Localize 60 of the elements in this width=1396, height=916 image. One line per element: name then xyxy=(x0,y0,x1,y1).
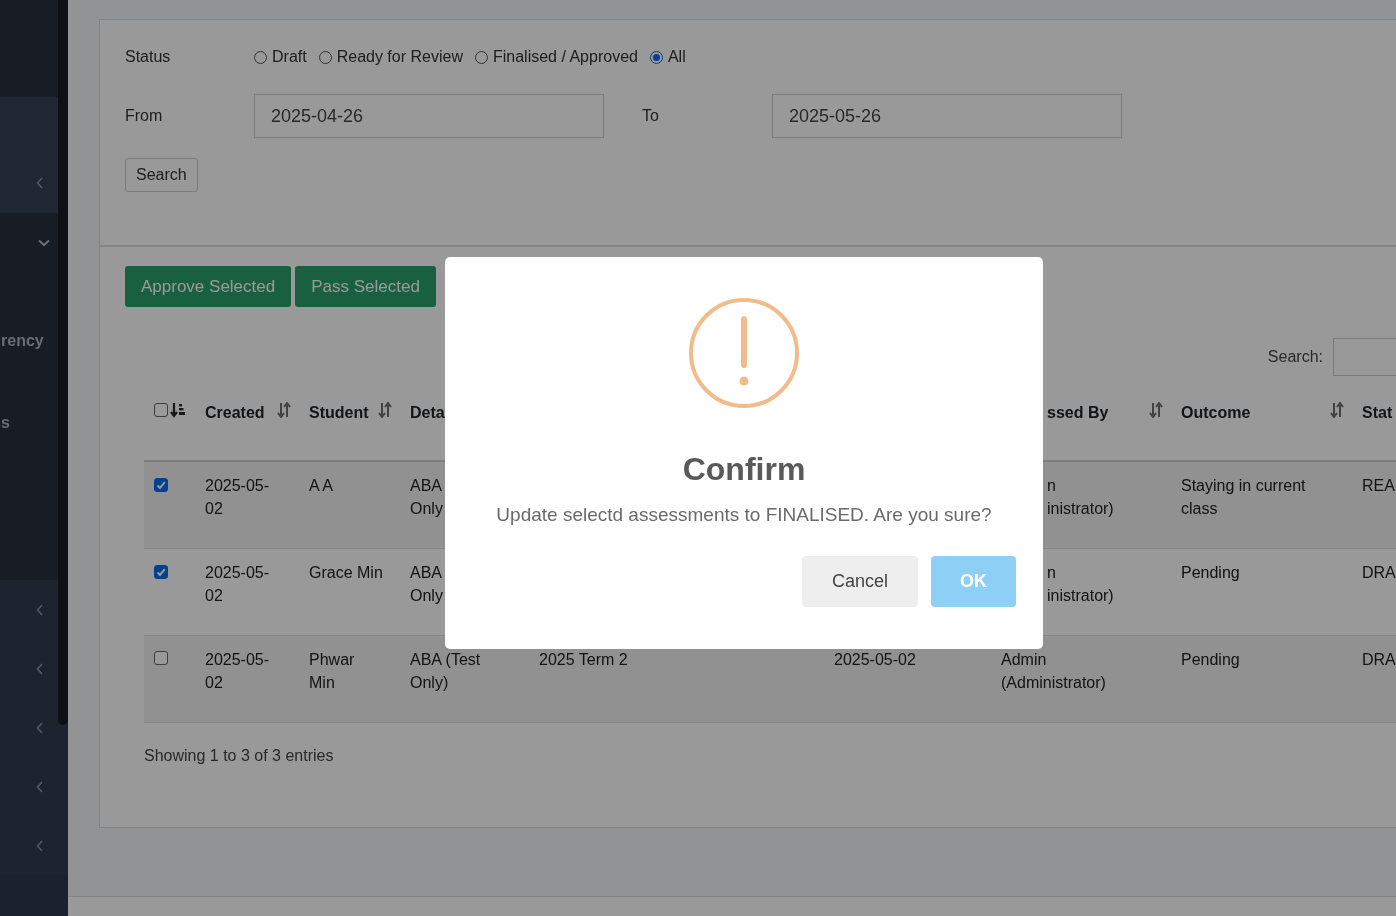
table-cell-text: Phwar Min xyxy=(309,650,356,693)
chevron-left-icon[interactable] xyxy=(36,780,44,793)
table-cell-text: 2025-05-02 xyxy=(834,650,916,670)
table-cell-text: Pending xyxy=(1181,650,1241,670)
dialog-message: Update selectd assessments to FINALISED. Are you sure? xyxy=(496,504,992,526)
table-cell-text: n inistrator) xyxy=(1046,563,1115,606)
chevron-down-icon[interactable] xyxy=(38,238,50,247)
table-cell-text: 2025-05-02 xyxy=(205,650,271,693)
from-label: From xyxy=(125,107,164,125)
table-cell-text: 2025 Term 2 xyxy=(539,650,628,670)
table-cell-text: Pending xyxy=(1181,563,1241,583)
chevron-left-icon[interactable] xyxy=(36,603,44,616)
column-header[interactable]: Outcome xyxy=(1181,404,1251,422)
table-cell-text: ABA Only xyxy=(410,476,444,519)
column-header[interactable]: Created xyxy=(205,404,265,422)
status-radio[interactable]: All xyxy=(649,48,686,66)
sort-ascending-icon[interactable] xyxy=(170,402,186,418)
column-header[interactable]: Student xyxy=(309,404,369,422)
sort-icon[interactable] xyxy=(1330,402,1344,418)
row-checkbox[interactable] xyxy=(154,651,168,665)
sort-icon[interactable] xyxy=(277,402,291,418)
chevron-left-icon[interactable] xyxy=(36,839,44,852)
status-radio[interactable]: Finalised / Approved xyxy=(474,48,638,66)
entries-info: Showing 1 to 3 of 3 entries xyxy=(144,747,335,765)
table-cell-text: A A xyxy=(309,476,335,496)
warning-icon xyxy=(688,297,800,409)
select-all-checkbox[interactable] xyxy=(154,403,168,417)
status-radio[interactable]: Ready for Review xyxy=(318,48,463,66)
table-cell-text: Grace Min xyxy=(309,563,383,583)
table-cell-text: DRA xyxy=(1362,650,1396,670)
scrollbar[interactable] xyxy=(58,0,68,725)
chevron-left-icon[interactable] xyxy=(36,721,44,734)
table-cell-text: Staying in current class xyxy=(1181,476,1307,519)
status-label: Status xyxy=(125,48,172,66)
chevron-left-icon[interactable] xyxy=(36,662,44,675)
table-cell-text: ABA (Test Only) xyxy=(410,650,482,693)
to-date-field[interactable]: 2025-05-26 xyxy=(772,94,1122,138)
sort-icon[interactable] xyxy=(1149,402,1163,418)
chevron-left-icon[interactable] xyxy=(36,177,44,189)
from-date-field[interactable]: 2025-04-26 xyxy=(254,94,604,138)
table-cell-text: REA xyxy=(1362,476,1395,496)
sort-icon[interactable] xyxy=(378,402,392,418)
status-radio[interactable]: Draft xyxy=(254,48,307,66)
row-checkbox[interactable] xyxy=(154,565,168,579)
dialog-title: Confirm xyxy=(682,451,806,488)
table-cell-text: 2025-05-02 xyxy=(205,476,271,519)
table-cell-text: DRA xyxy=(1362,563,1396,583)
table-cell-text: n inistrator) xyxy=(1046,476,1115,519)
to-label: To xyxy=(642,107,660,125)
table-cell-text: ABA Only xyxy=(410,563,444,606)
row-checkbox[interactable] xyxy=(154,478,168,492)
column-header[interactable]: Deta xyxy=(410,404,445,422)
sidebar-item[interactable]: s xyxy=(1,414,10,432)
cancel-button[interactable]: Cancel xyxy=(802,556,918,607)
table-cell-text: Admin (Administrator) xyxy=(1001,650,1107,693)
search-label: Search: xyxy=(1267,348,1323,366)
table-cell-text: 2025-05-02 xyxy=(205,563,271,606)
search-button[interactable]: Search xyxy=(125,158,198,192)
column-header[interactable]: Stat xyxy=(1362,404,1393,422)
sidebar-item[interactable]: rency xyxy=(1,332,44,350)
